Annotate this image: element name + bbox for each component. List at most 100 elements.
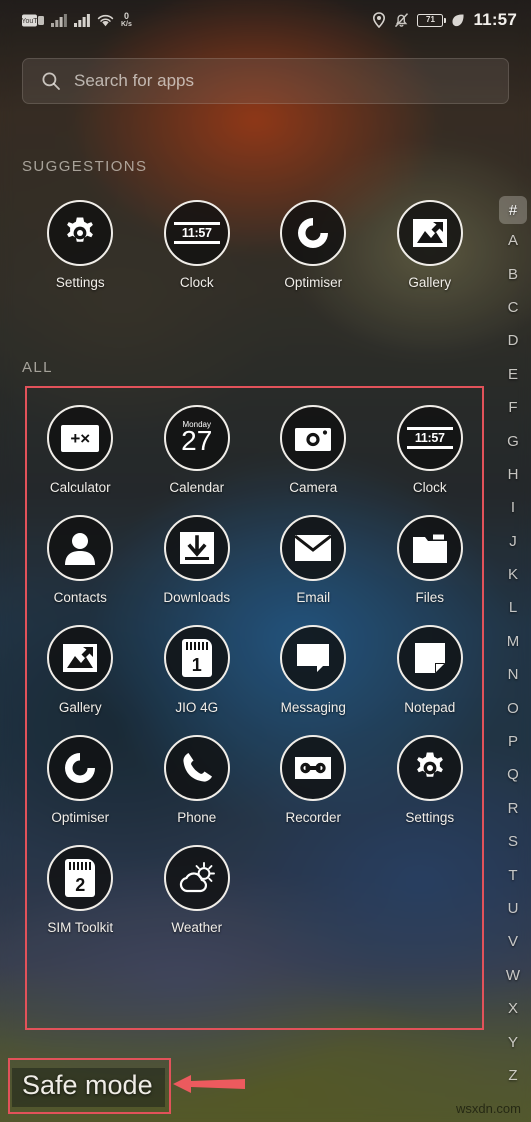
all-apps-grid: +× Calculator Monday 27 Calendar Camera … <box>22 405 488 935</box>
contacts-person-icon <box>47 515 114 581</box>
alpha-index-w[interactable]: W <box>500 959 526 992</box>
battery-level: 71 <box>426 15 435 24</box>
alpha-index-h[interactable]: H <box>500 458 526 491</box>
optimiser-icon <box>280 200 347 266</box>
app-camera[interactable]: Camera <box>255 405 372 495</box>
app-email[interactable]: Email <box>255 515 372 605</box>
app-label: Clock <box>412 480 447 495</box>
alpha-index-n[interactable]: N <box>500 658 526 691</box>
recorder-tape-icon <box>280 735 347 801</box>
app-messaging[interactable]: Messaging <box>255 625 372 715</box>
notepad-icon <box>396 625 463 691</box>
app-gallery-suggested[interactable]: Gallery <box>372 200 489 290</box>
alpha-index-x[interactable]: X <box>500 992 526 1025</box>
alpha-index-g[interactable]: G <box>500 424 526 457</box>
app-label: Downloads <box>163 590 231 605</box>
gallery-icon <box>396 200 463 266</box>
alpha-index-q[interactable]: Q <box>500 758 526 791</box>
alpha-index-m[interactable]: M <box>500 625 526 658</box>
clock-bottom-bar <box>173 241 220 244</box>
calendar-icon: Monday 27 <box>163 405 230 471</box>
app-label: Gallery <box>408 275 452 290</box>
app-optimiser-suggested[interactable]: Optimiser <box>255 200 372 290</box>
app-recorder[interactable]: Recorder <box>255 735 372 825</box>
app-label: Optimiser <box>284 275 343 290</box>
alpha-index-y[interactable]: Y <box>500 1025 526 1058</box>
annotation-arrow-icon <box>173 1075 245 1093</box>
app-gallery[interactable]: Gallery <box>22 625 139 715</box>
app-settings-suggested[interactable]: Settings <box>22 200 139 290</box>
folder-icon <box>396 515 463 581</box>
alpha-index-a[interactable]: A <box>500 224 526 257</box>
app-downloads[interactable]: Downloads <box>139 515 256 605</box>
app-contacts[interactable]: Contacts <box>22 515 139 605</box>
power-saving-leaf-icon <box>452 13 464 26</box>
envelope-icon <box>280 515 347 581</box>
battery-icon: 71 <box>417 13 447 27</box>
alpha-index-u[interactable]: U <box>500 892 526 925</box>
alpha-index-e[interactable]: E <box>500 358 526 391</box>
alpha-index-s[interactable]: S <box>500 825 526 858</box>
app-calendar[interactable]: Monday 27 Calendar <box>139 405 256 495</box>
gear-icon <box>47 200 114 266</box>
alpha-index-hash[interactable]: # <box>499 196 527 224</box>
app-clock-suggested[interactable]: 11:57 Clock <box>139 200 256 290</box>
app-label: JIO 4G <box>175 700 219 715</box>
data-rate-indicator: 0 K/s <box>121 12 132 29</box>
app-settings[interactable]: Settings <box>372 735 489 825</box>
app-files[interactable]: Files <box>372 515 489 605</box>
app-label: Settings <box>55 275 105 290</box>
app-label: Email <box>296 590 331 605</box>
status-bar-right: 71 11:57 <box>372 10 517 30</box>
location-icon <box>373 12 386 28</box>
search-input[interactable]: Search for apps <box>74 71 194 91</box>
app-label: Calculator <box>49 480 111 495</box>
app-optimiser[interactable]: Optimiser <box>22 735 139 825</box>
alpha-index-k[interactable]: K <box>500 558 526 591</box>
app-notepad[interactable]: Notepad <box>372 625 489 715</box>
clock-bottom-bar <box>406 446 453 449</box>
alpha-index-p[interactable]: P <box>500 725 526 758</box>
app-label: Weather <box>171 920 223 935</box>
alpha-index-z[interactable]: Z <box>500 1059 526 1092</box>
alpha-index-f[interactable]: F <box>500 391 526 424</box>
search-bar[interactable]: Search for apps <box>22 58 509 104</box>
alpha-index-j[interactable]: J <box>500 525 526 558</box>
app-weather[interactable]: Weather <box>139 845 256 935</box>
alpha-index-l[interactable]: L <box>500 591 526 624</box>
alpha-index-c[interactable]: C <box>500 291 526 324</box>
alpha-index-o[interactable]: O <box>500 691 526 724</box>
app-calculator[interactable]: +× Calculator <box>22 405 139 495</box>
app-label: Files <box>415 590 444 605</box>
alphabet-scrubber[interactable]: # A B C D E F G H I J K L M N O P Q R S … <box>498 196 528 1092</box>
alpha-index-t[interactable]: T <box>500 858 526 891</box>
alpha-index-v[interactable]: V <box>500 925 526 958</box>
app-label: Phone <box>177 810 217 825</box>
alpha-index-b[interactable]: B <box>500 257 526 290</box>
alpha-index-r[interactable]: R <box>500 792 526 825</box>
gallery-icon <box>47 625 114 691</box>
app-jio-4g[interactable]: 1 JIO 4G <box>139 625 256 715</box>
calendar-day: 27 <box>181 425 213 457</box>
message-bubble-icon <box>280 625 347 691</box>
calculator-icon: +× <box>47 405 114 471</box>
suggestions-header: SUGGESTIONS <box>22 158 148 175</box>
youtube-badge-icon: YouT <box>22 14 44 26</box>
app-label: SIM Toolkit <box>47 920 114 935</box>
wifi-icon <box>97 14 114 26</box>
alpha-index-d[interactable]: D <box>500 324 526 357</box>
all-header: ALL <box>22 359 53 376</box>
app-label: Optimiser <box>51 810 110 825</box>
sim-contacts <box>69 862 92 870</box>
app-phone[interactable]: Phone <box>139 735 256 825</box>
app-label: Contacts <box>53 590 107 605</box>
signal-bars-2-icon <box>74 13 90 27</box>
weather-sun-cloud-icon <box>163 845 230 911</box>
alpha-index-i[interactable]: I <box>500 491 526 524</box>
sim-contacts <box>185 642 208 650</box>
app-clock[interactable]: 11:57 Clock <box>372 405 489 495</box>
clock-time-text: 11:57 <box>414 430 445 445</box>
svg-text:YouT: YouT <box>22 18 38 25</box>
app-sim-toolkit[interactable]: 2 SIM Toolkit <box>22 845 139 935</box>
app-label: Gallery <box>58 700 102 715</box>
